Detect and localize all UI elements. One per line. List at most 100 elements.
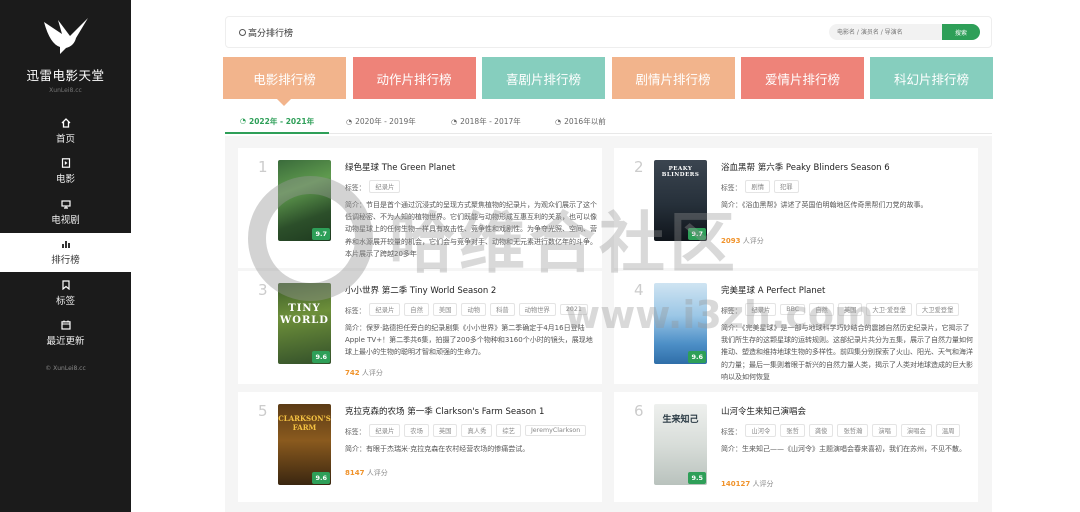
- ranking-card: 6 生来知己 9.5 山河令生来知己演唱会 标签： 山河令 张哲 龚俊 张哲瀚 …: [614, 392, 978, 502]
- tab-label: 2020年 - 2019年: [355, 117, 416, 126]
- site-name[interactable]: 迅雷电影天堂: [0, 65, 131, 84]
- tag[interactable]: 大卫爱登堡: [915, 303, 960, 316]
- poster-title: TINY WORLD: [280, 303, 329, 326]
- tag[interactable]: 动物: [461, 303, 487, 316]
- ranking-card: 5 CLARKSON'S FARM 9.6 克拉克森的农场 第一季 Clarks…: [238, 392, 602, 502]
- tag[interactable]: 自然: [404, 303, 429, 316]
- tag[interactable]: 动物世界: [518, 303, 556, 316]
- category-romance-ranking[interactable]: 爱情片排行榜: [741, 57, 864, 99]
- tag[interactable]: 英国: [432, 424, 458, 437]
- tag[interactable]: 演唱: [872, 424, 897, 437]
- nav-item-recent[interactable]: 最近更新: [0, 314, 131, 353]
- rank-number: 6: [634, 402, 644, 420]
- poster-image[interactable]: CLARKSON'S FARM 9.6: [278, 404, 331, 485]
- item-title[interactable]: 浴血黑帮 第六季 Peaky Blinders Season 6: [721, 161, 890, 173]
- rater-number: 140127: [721, 480, 751, 488]
- poster-title: PEAKY BLINDERS: [661, 166, 700, 178]
- rank-number: 3: [258, 281, 268, 299]
- nav-item-home[interactable]: 首页: [0, 111, 131, 150]
- tag[interactable]: JeremyClarkson: [524, 425, 587, 436]
- rater-suffix: 人评分: [366, 469, 388, 477]
- tag[interactable]: 纪录片: [369, 303, 401, 316]
- tab-before-2016[interactable]: ◔ 2016年以前: [555, 110, 606, 133]
- rater-count: 140127 人评分: [721, 479, 773, 489]
- tags-label: 标签：: [345, 427, 366, 436]
- tag[interactable]: 科普: [490, 303, 515, 316]
- rank-number: 2: [634, 158, 644, 176]
- category-action-ranking[interactable]: 动作片排行榜: [352, 57, 476, 99]
- desc-label: 简介：: [345, 445, 366, 453]
- tag[interactable]: 温周: [935, 424, 961, 437]
- tag[interactable]: 剧情: [745, 180, 770, 193]
- rank-number: 1: [258, 158, 268, 176]
- nav-item-movies[interactable]: 电影: [0, 152, 131, 191]
- clock-icon: ◔: [451, 117, 458, 126]
- sidebar-nav: 首页 电影 电视剧 排行榜 标签 最近更新: [0, 111, 131, 353]
- rater-number: 8147: [345, 469, 365, 477]
- clock-icon: ◔: [239, 117, 246, 125]
- copyright: © XunLei8.cc: [45, 364, 86, 372]
- bookmark-icon: [60, 279, 72, 291]
- tag[interactable]: 张哲瀚: [837, 424, 869, 437]
- nav-label: 电视剧: [51, 214, 80, 226]
- search-button[interactable]: 搜索: [942, 24, 980, 40]
- poster-title: 生来知己: [662, 415, 699, 425]
- rater-suffix: 人评分: [742, 237, 764, 245]
- nav-label: 标签: [55, 295, 75, 307]
- ranking-header-bar: 高分排行榜 搜索: [225, 16, 992, 48]
- category-movie-ranking[interactable]: 电影排行榜: [223, 57, 346, 99]
- tab-2022-2021[interactable]: ◔ 2022年 - 2021年: [225, 110, 329, 134]
- home-icon: [60, 117, 72, 129]
- tag-row: 标签： 山河令 张哲 龚俊 张哲瀚 演唱 演唱会 温周: [721, 424, 961, 437]
- watermark-url: www.i3zh.com: [565, 293, 874, 337]
- tag[interactable]: 张哲: [780, 424, 805, 437]
- tag-row: 标签： 纪录片 自然 美国 动物 科普 动物世界 2021: [345, 303, 588, 316]
- rater-number: 742: [345, 369, 360, 377]
- item-description: 简介：有眼于杰瑞米·克拉克森在农村经营农场的惨痛尝试。: [345, 443, 597, 457]
- nav-label: 电影: [55, 174, 75, 186]
- tag[interactable]: 演唱会: [900, 424, 932, 437]
- poster-image[interactable]: 生来知己 9.5: [654, 404, 707, 485]
- item-title[interactable]: 绿色星球 The Green Planet: [345, 161, 455, 173]
- tab-2020-2019[interactable]: ◔ 2020年 - 2019年: [346, 110, 416, 133]
- nav-item-tags[interactable]: 标签: [0, 273, 131, 312]
- tag[interactable]: 美国: [432, 303, 458, 316]
- score-badge: 9.6: [688, 351, 706, 363]
- ranking-icon: [60, 238, 72, 250]
- rank-number: 5: [258, 402, 268, 420]
- tag[interactable]: 综艺: [496, 424, 521, 437]
- item-title[interactable]: 山河令生来知己演唱会: [721, 405, 806, 417]
- nav-item-tv[interactable]: 电视剧: [0, 192, 131, 231]
- tab-label: 2018年 - 2017年: [460, 117, 521, 126]
- tag[interactable]: 真人秀: [461, 424, 493, 437]
- item-description: 简介：生来知己——《山河令》主题演唱会春来喜初，我们在苏州，不见不散。: [721, 443, 973, 469]
- desc-text: 有眼于杰瑞米·克拉克森在农村经营农场的惨痛尝试。: [366, 445, 530, 453]
- nav-label: 排行榜: [51, 255, 80, 267]
- tab-2018-2017[interactable]: ◔ 2018年 - 2017年: [451, 110, 521, 133]
- rater-count: 8147 人评分: [345, 468, 388, 478]
- tag[interactable]: 龚俊: [808, 424, 834, 437]
- tag[interactable]: 农场: [404, 424, 429, 437]
- clock-icon: ◔: [555, 117, 562, 126]
- nav-item-ranking[interactable]: 排行榜: [0, 232, 131, 272]
- desc-text: 保罗·路德担任旁白的纪录剧集《小小世界》第二季确定于4月16日登陆Apple T…: [345, 324, 593, 357]
- desc-label: 简介：: [721, 445, 742, 453]
- bird-logo-icon[interactable]: [40, 16, 92, 56]
- score-badge: 9.6: [312, 472, 330, 484]
- tag[interactable]: 犯罪: [773, 180, 799, 193]
- desc-text: 生来知己——《山河令》主题演唱会春来喜初，我们在苏州，不见不散。: [742, 445, 966, 453]
- rater-suffix: 人评分: [752, 480, 774, 488]
- score-badge: 9.5: [688, 472, 706, 484]
- tag[interactable]: 纪录片: [369, 424, 401, 437]
- category-drama-ranking[interactable]: 剧情片排行榜: [611, 57, 735, 99]
- category-scifi-ranking[interactable]: 科幻片排行榜: [870, 57, 993, 99]
- item-title[interactable]: 克拉克森的农场 第一季 Clarkson's Farm Season 1: [345, 405, 544, 417]
- year-tabs: ◔ 2022年 - 2021年 ◔ 2020年 - 2019年 ◔ 2018年 …: [225, 110, 992, 134]
- tag[interactable]: 山河令: [745, 424, 777, 437]
- search-input[interactable]: [829, 24, 942, 40]
- tags-label: 标签：: [721, 427, 742, 436]
- film-icon: [60, 157, 72, 169]
- sidebar: 迅雷电影天堂 XunLei8.cc 首页 电影 电视剧 排行榜 标签 最近更新 …: [0, 0, 131, 512]
- category-tiles: 电影排行榜 动作片排行榜 喜剧片排行榜 剧情片排行榜 爱情片排行榜 科幻片排行榜: [223, 57, 993, 106]
- category-comedy-ranking[interactable]: 喜剧片排行榜: [482, 57, 605, 99]
